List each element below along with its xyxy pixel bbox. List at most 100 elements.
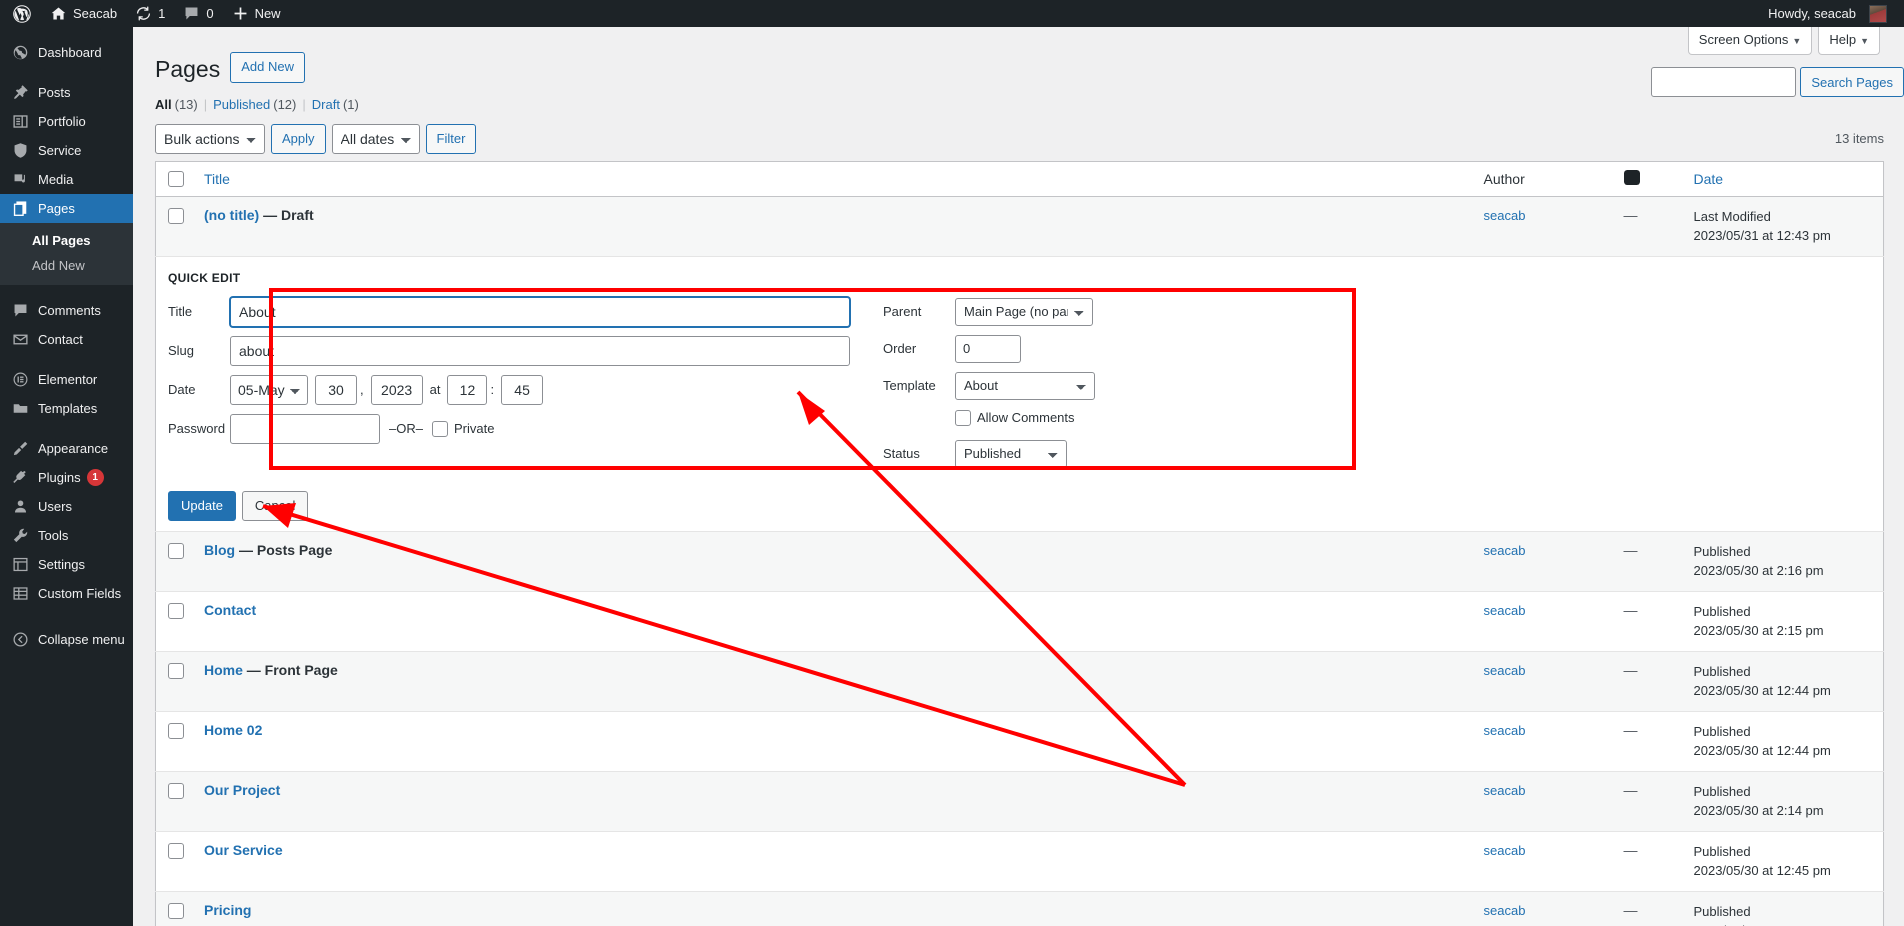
page-header: Pages Add New [155, 46, 1884, 89]
title-input[interactable] [230, 297, 850, 327]
table-row: Our Project seacab — Published 2023/05/3… [156, 771, 1884, 831]
row-select-checkbox[interactable] [168, 663, 184, 679]
comments-menu[interactable]: 0 [174, 0, 222, 27]
sidebar-item-tools[interactable]: Tools [0, 521, 133, 550]
new-content-menu[interactable]: New [223, 0, 290, 27]
day-input[interactable] [315, 375, 357, 405]
page-title-link[interactable]: Blog [204, 542, 235, 558]
status-select[interactable]: Published [955, 440, 1067, 468]
page-title-link[interactable]: Our Service [204, 842, 283, 858]
filter-published[interactable]: Published (12) [213, 97, 296, 112]
month-select[interactable]: 05-May [230, 375, 308, 405]
page-title-link[interactable]: Home [204, 662, 243, 678]
at-text: at [430, 382, 441, 397]
cancel-button[interactable]: Cancel [242, 491, 308, 521]
menu-separator [0, 67, 133, 78]
minute-input[interactable] [501, 375, 543, 405]
password-input[interactable] [230, 414, 380, 444]
update-button[interactable]: Update [168, 491, 236, 521]
table-nav-top: Bulk actions Apply All dates Filter 13 i… [155, 123, 1884, 155]
slug-input[interactable] [230, 336, 850, 366]
row-select-checkbox[interactable] [168, 783, 184, 799]
row-author-cell: seacab [1474, 531, 1614, 591]
search-input[interactable] [1651, 67, 1796, 97]
allow-comments-checkbox[interactable] [955, 410, 971, 426]
author-link[interactable]: seacab [1484, 603, 1526, 618]
collapse-menu-button[interactable]: Collapse menu [0, 625, 133, 654]
row-checkbox-cell [156, 771, 195, 831]
page-title-link[interactable]: Home 02 [204, 722, 262, 738]
private-checkbox[interactable] [432, 421, 448, 437]
filter-draft-link[interactable]: Draft [312, 97, 340, 112]
page-title-link[interactable]: Our Project [204, 782, 280, 798]
author-link[interactable]: seacab [1484, 843, 1526, 858]
sidebar-item-users[interactable]: Users [0, 492, 133, 521]
sidebar-item-label: Service [38, 143, 81, 158]
page-title-link[interactable]: Pricing [204, 902, 251, 918]
sidebar-item-contact[interactable]: Contact [0, 325, 133, 354]
row-date-cell: Published 2023/05/30 at 12:44 pm [1684, 651, 1884, 711]
date-filter-select[interactable]: All dates [332, 124, 420, 154]
sidebar-item-comments[interactable]: Comments [0, 296, 133, 325]
sidebar-item-appearance[interactable]: Appearance [0, 434, 133, 463]
row-author-cell: seacab [1474, 196, 1614, 256]
table-row: Blog — Posts Page seacab — Published 202… [156, 531, 1884, 591]
sidebar-item-media[interactable]: Media [0, 165, 133, 194]
status-label: Status [883, 446, 955, 461]
sidebar-item-pages[interactable]: Pages [0, 194, 133, 223]
date-label: Date [168, 382, 230, 397]
year-input[interactable] [371, 375, 423, 405]
sidebar-item-elementor[interactable]: Elementor [0, 365, 133, 394]
search-pages-button[interactable]: Search Pages [1800, 67, 1904, 97]
filter-all[interactable]: All (13) [155, 97, 198, 112]
sidebar-item-templates[interactable]: Templates [0, 394, 133, 423]
row-select-checkbox[interactable] [168, 903, 184, 919]
sidebar-item-dashboard[interactable]: Dashboard [0, 38, 133, 67]
column-header-title[interactable]: Title [194, 161, 1474, 196]
table-body: (no title) — Draft seacab — Last Modifie… [156, 196, 1884, 926]
sidebar-item-posts[interactable]: Posts [0, 78, 133, 107]
user-icon [10, 497, 30, 517]
site-name-menu[interactable]: Seacab [41, 0, 126, 27]
page-title-link[interactable]: (no title) [204, 207, 259, 223]
author-link[interactable]: seacab [1484, 783, 1526, 798]
date-value: 2023/05/30 at 12:44 pm [1694, 681, 1874, 701]
page-title-link[interactable]: Contact [204, 602, 256, 618]
row-select-checkbox[interactable] [168, 723, 184, 739]
row-select-checkbox[interactable] [168, 843, 184, 859]
sidebar-item-plugins[interactable]: Plugins 1 [0, 463, 133, 492]
sidebar-item-settings[interactable]: Settings [0, 550, 133, 579]
select-all-checkbox[interactable] [168, 171, 184, 187]
bulk-actions-select[interactable]: Bulk actions [155, 124, 265, 154]
row-select-checkbox[interactable] [168, 543, 184, 559]
order-input[interactable] [955, 335, 1021, 363]
column-header-date[interactable]: Date [1684, 161, 1884, 196]
template-select[interactable]: About [955, 372, 1095, 400]
filter-draft[interactable]: Draft (1) [312, 97, 359, 112]
author-link[interactable]: seacab [1484, 723, 1526, 738]
filter-button[interactable]: Filter [426, 124, 477, 154]
apply-button[interactable]: Apply [271, 124, 326, 154]
collapse-arrow-icon [10, 630, 30, 650]
row-select-checkbox[interactable] [168, 208, 184, 224]
row-checkbox-cell [156, 711, 195, 771]
filter-all-link[interactable]: All [155, 97, 172, 112]
author-link[interactable]: seacab [1484, 663, 1526, 678]
add-new-button[interactable]: Add New [230, 52, 305, 82]
my-account-menu[interactable]: Howdy, seacab [1759, 0, 1896, 27]
author-link[interactable]: seacab [1484, 903, 1526, 918]
table-row: (no title) — Draft seacab — Last Modifie… [156, 196, 1884, 256]
wordpress-logo-icon[interactable] [0, 0, 41, 27]
parent-select[interactable]: Main Page (no parent) [955, 298, 1093, 326]
sidebar-subitem-all-pages[interactable]: All Pages [0, 228, 133, 253]
sidebar-item-custom-fields[interactable]: Custom Fields [0, 579, 133, 608]
sidebar-item-portfolio[interactable]: Portfolio [0, 107, 133, 136]
row-select-checkbox[interactable] [168, 603, 184, 619]
filter-published-link[interactable]: Published [213, 97, 270, 112]
sidebar-subitem-add-new[interactable]: Add New [0, 253, 133, 278]
hour-input[interactable] [447, 375, 487, 405]
author-link[interactable]: seacab [1484, 208, 1526, 223]
author-link[interactable]: seacab [1484, 543, 1526, 558]
updates-menu[interactable]: 1 [126, 0, 174, 27]
sidebar-item-service[interactable]: Service [0, 136, 133, 165]
